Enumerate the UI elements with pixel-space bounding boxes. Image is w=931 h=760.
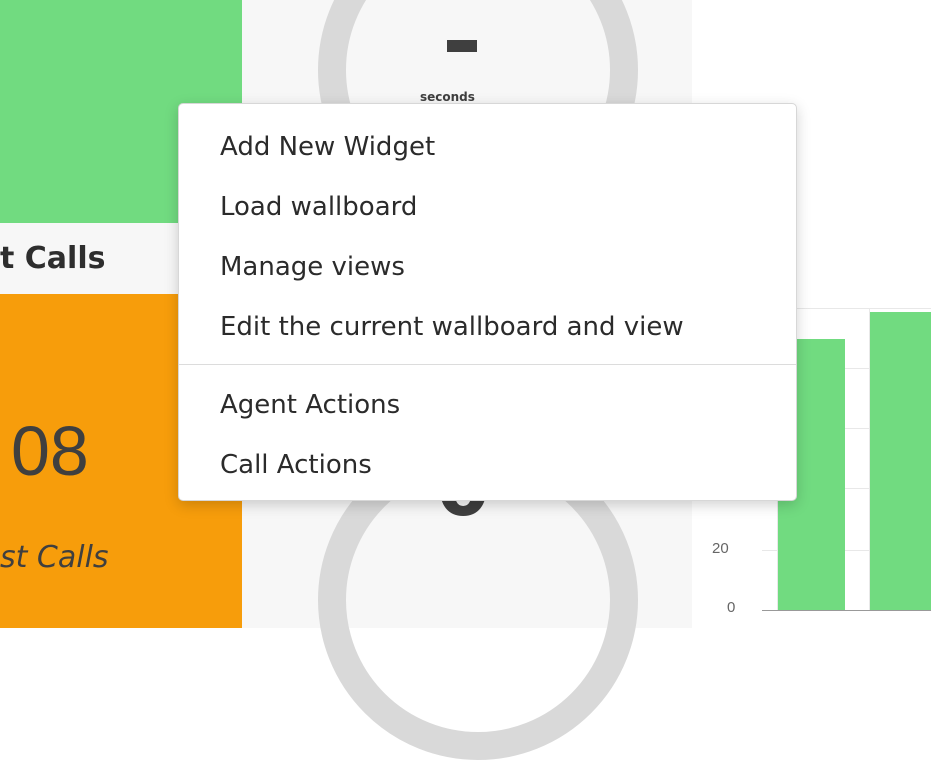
y-tick-label: 20 — [712, 540, 729, 557]
menu-item-add-new-widget[interactable]: Add New Widget — [220, 134, 435, 160]
chart-baseline — [762, 610, 931, 611]
gauge-unit-label: seconds — [420, 90, 475, 104]
y-tick-label: 0 — [727, 599, 736, 616]
menu-item-edit-wallboard[interactable]: Edit the current wallboard and view — [220, 314, 684, 340]
menu-item-agent-actions[interactable]: Agent Actions — [220, 392, 400, 418]
menu-divider — [179, 364, 796, 365]
lost-calls-widget-title: t Calls — [0, 241, 106, 276]
lost-calls-value: 08 — [11, 412, 89, 490]
menu-item-call-actions[interactable]: Call Actions — [220, 452, 372, 478]
menu-item-load-wallboard[interactable]: Load wallboard — [220, 194, 417, 220]
lost-calls-caption: st Calls — [0, 540, 109, 575]
menu-item-manage-views[interactable]: Manage views — [220, 254, 405, 280]
chart-bar — [870, 312, 931, 610]
context-menu: Add New Widget Load wallboard Manage vie… — [178, 103, 797, 501]
gauge-value-dash — [447, 40, 477, 52]
